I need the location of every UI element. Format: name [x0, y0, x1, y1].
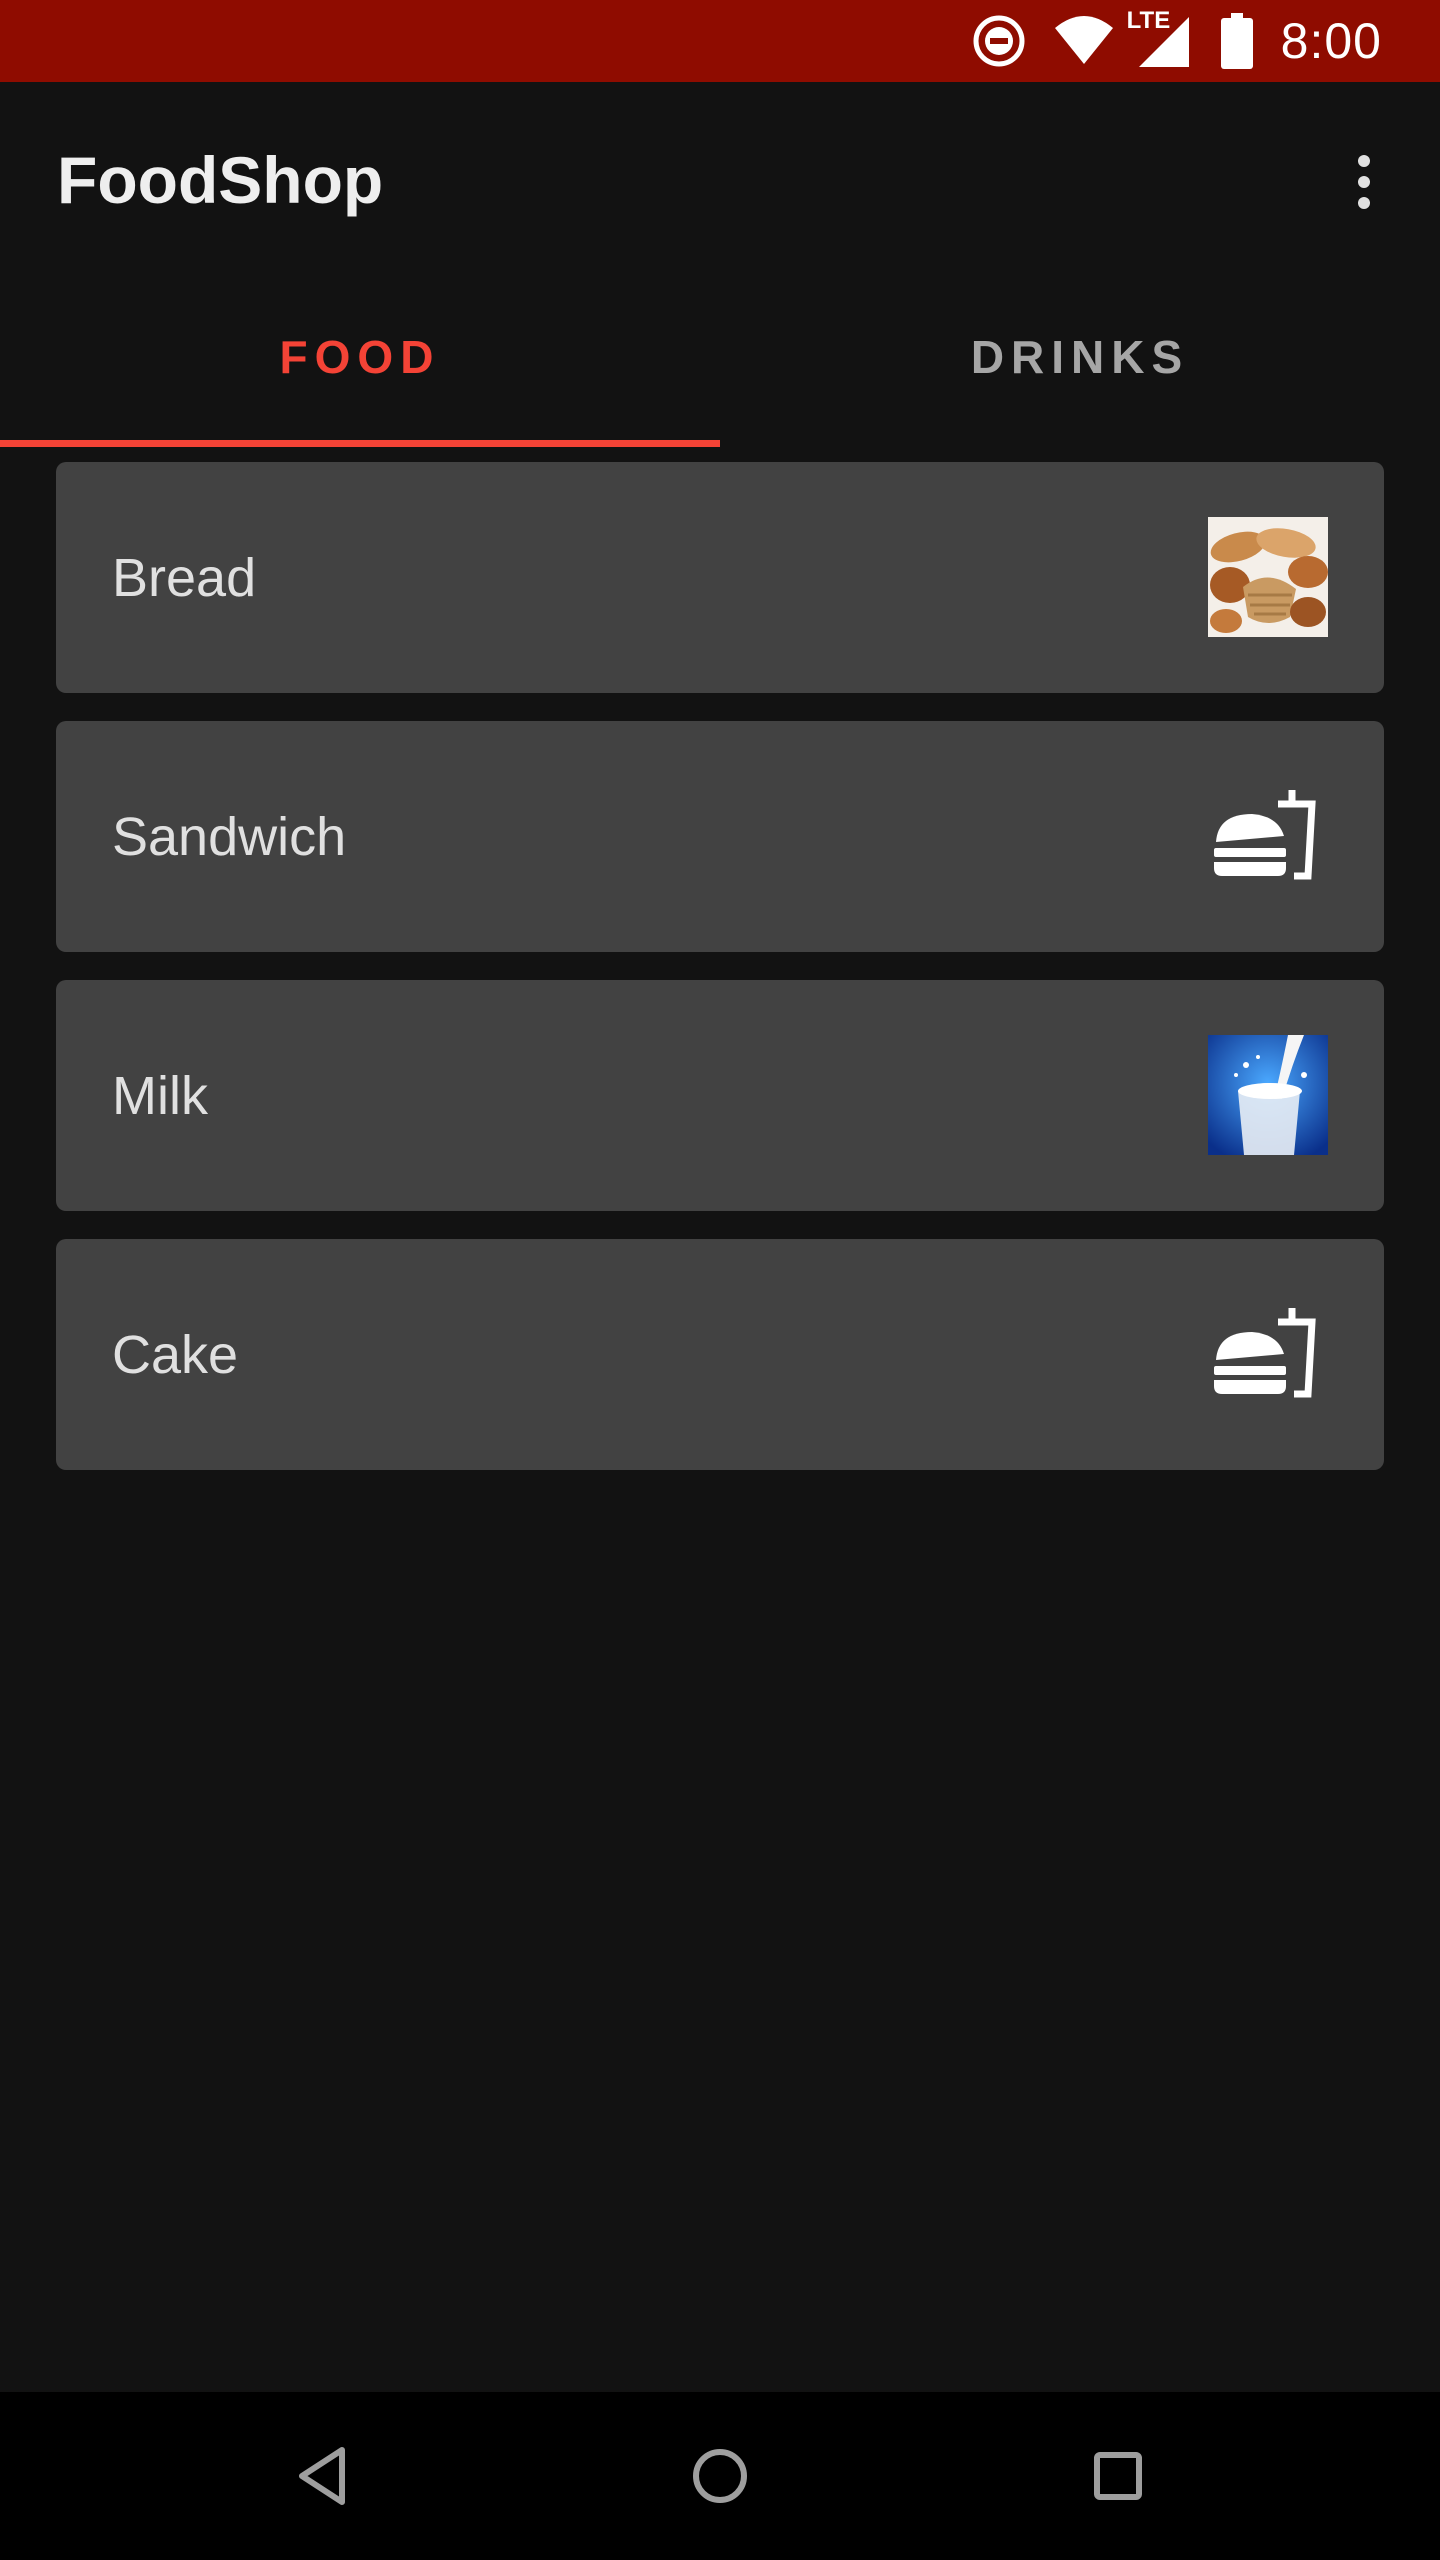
home-icon[interactable]	[680, 2436, 760, 2516]
tab-drinks[interactable]: DRINKS	[720, 267, 1440, 447]
food-list: Bread Sandwich Milk Cake	[56, 462, 1384, 1498]
status-bar: LTE 8:00	[0, 0, 1440, 82]
milk-photo	[1208, 1035, 1328, 1155]
list-item-label: Cake	[112, 1324, 239, 1385]
do-not-disturb-icon	[971, 13, 1027, 69]
list-item-label: Milk	[112, 1065, 208, 1126]
wifi-icon	[1053, 16, 1115, 66]
fastfood-icon	[1208, 776, 1328, 896]
fastfood-icon	[1208, 1294, 1328, 1414]
tab-food-label: FOOD	[279, 331, 441, 383]
tab-bar: FOOD DRINKS	[0, 267, 1440, 447]
list-item-label: Bread	[112, 547, 257, 608]
list-item-label: Sandwich	[112, 806, 347, 867]
list-item-bread[interactable]: Bread	[56, 462, 1384, 693]
list-item-sandwich[interactable]: Sandwich	[56, 721, 1384, 952]
recents-icon[interactable]	[1078, 2436, 1158, 2516]
bread-photo	[1208, 517, 1328, 637]
tab-food[interactable]: FOOD	[0, 267, 720, 447]
system-nav-bar	[0, 2392, 1440, 2560]
more-vert-icon[interactable]	[1336, 142, 1392, 222]
tab-indicator	[0, 440, 720, 447]
list-item-milk[interactable]: Milk	[56, 980, 1384, 1211]
cellular-signal-icon: LTE	[1127, 7, 1191, 69]
list-item-cake[interactable]: Cake	[56, 1239, 1384, 1470]
app-title: FoodShop	[57, 143, 384, 217]
network-type-label: LTE	[1126, 7, 1171, 34]
back-icon[interactable]	[282, 2436, 362, 2516]
status-time: 8:00	[1280, 13, 1382, 69]
battery-icon	[1220, 13, 1253, 69]
tab-drinks-label: DRINKS	[970, 331, 1190, 383]
app-bar: FoodShop	[0, 82, 1440, 267]
